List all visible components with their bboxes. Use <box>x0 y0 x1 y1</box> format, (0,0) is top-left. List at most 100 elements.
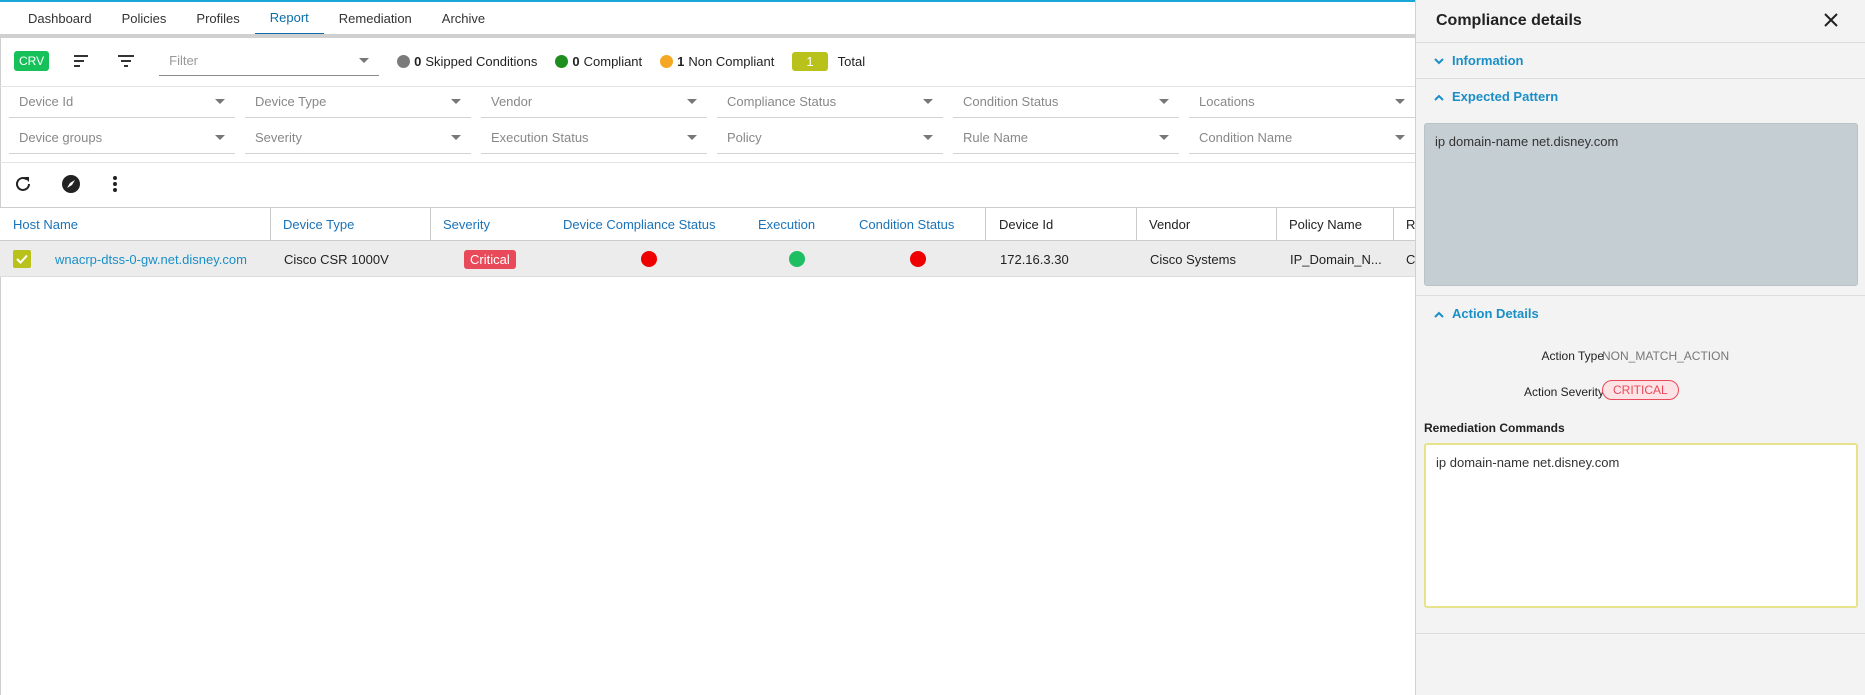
column-device-compliance-status[interactable]: Device Compliance Status <box>563 208 715 240</box>
expected-pattern-label: Expected Pattern <box>1452 89 1559 104</box>
chevron-down-icon <box>687 99 697 104</box>
panel-title: Compliance details <box>1436 12 1582 29</box>
filter-label: Execution Status <box>491 130 589 145</box>
action-severity-badge: CRITICAL <box>1602 380 1679 400</box>
action-type-label: Action Type <box>1541 349 1604 363</box>
filter-execution-status[interactable]: Execution Status <box>481 122 707 154</box>
tab-remediation[interactable]: Remediation <box>324 2 427 35</box>
filter-label: Vendor <box>491 94 533 109</box>
divider <box>0 162 1415 163</box>
tab-policies[interactable]: Policies <box>107 2 182 35</box>
filter-locations[interactable]: Locations <box>1189 86 1415 118</box>
total-label: Total <box>837 53 866 69</box>
column-divider <box>430 208 431 240</box>
column-divider <box>1393 208 1394 240</box>
top-nav: Dashboard Policies Profiles Report Remed… <box>0 0 1415 36</box>
condition-status-cell <box>910 241 926 277</box>
checkmark-icon <box>13 250 31 268</box>
column-device-type[interactable]: Device Type <box>283 208 354 240</box>
filter-input[interactable]: Filter <box>159 46 380 76</box>
filter-severity[interactable]: Severity <box>245 122 471 154</box>
action-details-label: Action Details <box>1452 306 1539 321</box>
filter-label: Device Type <box>255 94 327 109</box>
column-severity[interactable]: Severity <box>443 208 490 240</box>
filter-rule-name[interactable]: Rule Name <box>953 122 1179 154</box>
vendor-cell: Cisco Systems <box>1150 251 1236 267</box>
column-vendor[interactable]: Vendor <box>1149 208 1190 240</box>
summary-bar: CRV Filter 0 Skipped Conditions 0 Compli… <box>14 46 883 76</box>
table-row[interactable]: wnacrp-dtss-0-gw.net.disney.com Cisco CS… <box>0 241 1415 277</box>
execution-cell <box>789 241 805 277</box>
filter-icon[interactable] <box>115 50 137 72</box>
chevron-down-icon <box>923 135 933 140</box>
action-details-section[interactable]: Action Details <box>1416 295 1865 331</box>
skipped-stat: 0 Skipped Conditions <box>397 54 537 69</box>
expected-pattern-value: ip domain-name net.disney.com <box>1435 134 1619 149</box>
filter-device-groups[interactable]: Device groups <box>9 122 235 154</box>
filter-condition-status[interactable]: Condition Status <box>953 86 1179 118</box>
column-divider <box>1276 208 1277 240</box>
compass-icon[interactable] <box>60 173 82 195</box>
tab-dashboard[interactable]: Dashboard <box>13 2 107 35</box>
divider <box>1416 633 1865 634</box>
information-section[interactable]: Information <box>1416 42 1865 78</box>
filter-placeholder: Filter <box>169 53 199 68</box>
compliant-count: 0 <box>572 53 580 69</box>
filter-device-type[interactable]: Device Type <box>245 86 471 118</box>
column-policy-name[interactable]: Policy Name <box>1289 208 1362 240</box>
filter-label: Locations <box>1199 94 1255 109</box>
filter-policy[interactable]: Policy <box>717 122 943 154</box>
remediation-commands-label: Remediation Commands <box>1424 421 1565 435</box>
divider <box>0 34 1415 38</box>
tab-profiles[interactable]: Profiles <box>181 2 254 35</box>
chevron-down-icon <box>359 58 370 63</box>
host-name-link[interactable]: wnacrp-dtss-0-gw.net.disney.com <box>55 241 247 277</box>
filter-label: Severity <box>255 130 302 145</box>
tab-archive[interactable]: Archive <box>427 2 500 35</box>
filter-label: Device Id <box>19 94 74 109</box>
remediation-commands-textarea[interactable]: ip domain-name net.disney.com <box>1424 443 1858 608</box>
filter-label: Rule Name <box>963 130 1029 145</box>
severity-cell: Critical <box>464 241 516 277</box>
filter-condition-name[interactable]: Condition Name <box>1189 122 1415 154</box>
expected-pattern-section[interactable]: Expected Pattern <box>1416 78 1865 114</box>
filter-compliance-status[interactable]: Compliance Status <box>717 86 943 118</box>
chevron-down-icon <box>1159 135 1169 140</box>
column-host-name[interactable]: Host Name <box>13 208 78 240</box>
r-cell: C <box>1406 251 1416 267</box>
status-red-icon <box>641 251 657 267</box>
noncompliant-stat: 1 Non Compliant <box>660 54 774 69</box>
compliance-details-panel: Compliance details Information Expected … <box>1415 0 1865 695</box>
crv-badge[interactable]: CRV <box>14 51 50 71</box>
action-severity-label: Action Severity <box>1523 385 1604 399</box>
refresh-icon[interactable] <box>12 173 34 195</box>
column-device-id[interactable]: Device Id <box>999 208 1053 240</box>
filter-label: Condition Status <box>963 94 1059 109</box>
chevron-down-icon <box>451 135 461 140</box>
expected-pattern-textarea[interactable]: ip domain-name net.disney.com <box>1424 123 1858 286</box>
column-divider <box>985 208 986 240</box>
noncompliant-dot-icon <box>660 54 674 68</box>
filter-label: Condition Name <box>1199 130 1293 145</box>
tab-report[interactable]: Report <box>254 2 324 35</box>
column-divider <box>1136 208 1137 240</box>
chevron-down-icon <box>1395 99 1405 104</box>
row-checkbox[interactable] <box>13 241 31 277</box>
chevron-down-icon <box>451 99 461 104</box>
skipped-count: 0 <box>414 53 422 69</box>
column-r[interactable]: R <box>1406 208 1415 240</box>
device-id-cell: 172.16.3.30 <box>1000 251 1069 267</box>
filter-vendor[interactable]: Vendor <box>481 86 707 118</box>
column-condition-status[interactable]: Condition Status <box>859 208 954 240</box>
column-execution[interactable]: Execution <box>758 208 815 240</box>
device-type-cell: Cisco CSR 1000V <box>284 251 389 267</box>
filter-device-id[interactable]: Device Id <box>9 86 235 118</box>
status-red-icon <box>910 251 926 267</box>
chevron-up-icon <box>1434 89 1444 104</box>
close-icon[interactable] <box>1823 12 1843 32</box>
filter-label: Policy <box>727 130 762 145</box>
sort-icon[interactable] <box>71 50 93 72</box>
device-compliance-status-cell <box>641 241 657 277</box>
action-type-value: NON_MATCH_ACTION <box>1602 349 1730 363</box>
more-vertical-icon[interactable] <box>104 173 126 195</box>
